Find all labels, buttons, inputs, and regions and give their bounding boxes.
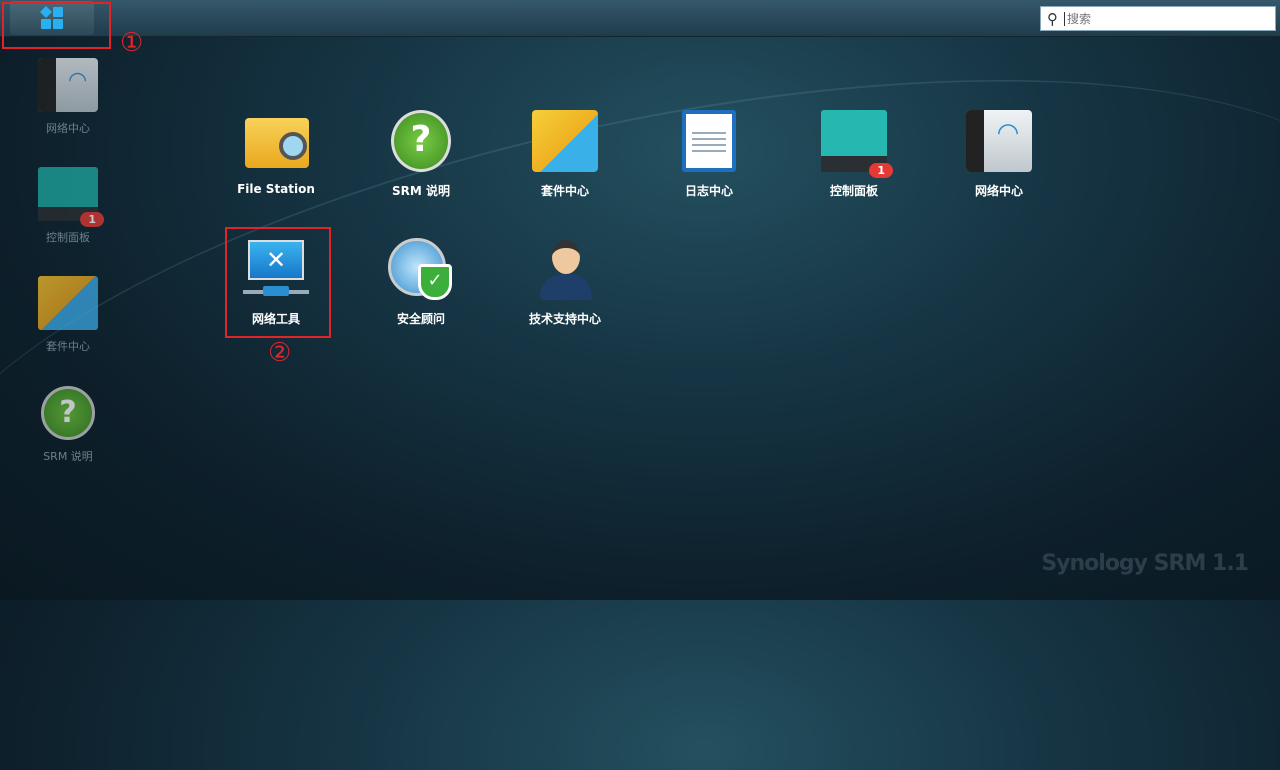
app-label: 控制面板 <box>829 184 878 198</box>
search-icon: ⚲ <box>1047 9 1058 28</box>
app-log-center[interactable]: 日志中心 <box>644 110 774 199</box>
annotation-box-2 <box>225 227 331 338</box>
annotation-marker-1: ① <box>120 28 144 58</box>
app-file-station[interactable]: File Station <box>211 110 341 196</box>
help-icon: ? <box>391 110 451 172</box>
notification-badge: 1 <box>80 212 104 227</box>
shortcut-label: 套件中心 <box>46 340 90 353</box>
package-bag-icon <box>38 276 98 330</box>
app-label: 套件中心 <box>540 184 589 198</box>
background-swoosh <box>0 0 1280 770</box>
app-support-center[interactable]: 技术支持中心 <box>500 238 630 327</box>
control-panel-icon: 1 <box>821 110 893 178</box>
desktop-shortcut-srm-help[interactable]: ? SRM 说明 <box>23 386 113 464</box>
search-input[interactable] <box>1064 11 1254 26</box>
package-bag-icon <box>532 110 598 172</box>
shortcut-label: 控制面板 <box>46 231 90 244</box>
wifi-router-icon: ◠ <box>966 110 1032 172</box>
app-label: SRM 说明 <box>391 184 450 198</box>
log-list-icon <box>682 110 736 172</box>
wifi-router-icon: ◠ <box>38 58 98 112</box>
control-panel-icon: 1 <box>38 167 104 227</box>
app-package-center[interactable]: 套件中心 <box>500 110 630 199</box>
synology-srm-logo: Synology SRM 1.1 <box>1041 551 1249 576</box>
desktop-shortcut-network-center[interactable]: ◠ 网络中心 <box>23 58 113 136</box>
support-agent-icon <box>532 238 598 300</box>
app-control-panel[interactable]: 1 控制面板 <box>789 110 919 199</box>
notification-badge: 1 <box>869 163 893 178</box>
desktop-shortcut-package-center[interactable]: 套件中心 <box>23 276 113 354</box>
desktop-shortcut-control-panel[interactable]: 1 控制面板 <box>23 167 113 245</box>
taskbar: ⚲ <box>0 0 1280 37</box>
app-label: File Station <box>237 182 315 196</box>
folder-search-icon <box>243 110 309 172</box>
help-icon: ? <box>41 386 95 440</box>
app-label: 安全顾问 <box>396 312 445 326</box>
annotation-marker-2: ② <box>268 338 292 368</box>
app-srm-help[interactable]: ? SRM 说明 <box>356 110 486 199</box>
app-security-advisor[interactable]: ✓ 安全顾问 <box>356 238 486 327</box>
shortcut-label: 网络中心 <box>46 122 90 135</box>
app-network-center[interactable]: ◠ 网络中心 <box>934 110 1064 199</box>
shortcut-label: SRM 说明 <box>43 450 93 463</box>
security-shield-icon: ✓ <box>388 238 454 300</box>
annotation-box-1 <box>2 2 111 49</box>
app-label: 网络中心 <box>974 184 1023 198</box>
app-label: 日志中心 <box>684 184 733 198</box>
app-label: 技术支持中心 <box>528 312 601 326</box>
search-box[interactable]: ⚲ <box>1040 6 1276 31</box>
